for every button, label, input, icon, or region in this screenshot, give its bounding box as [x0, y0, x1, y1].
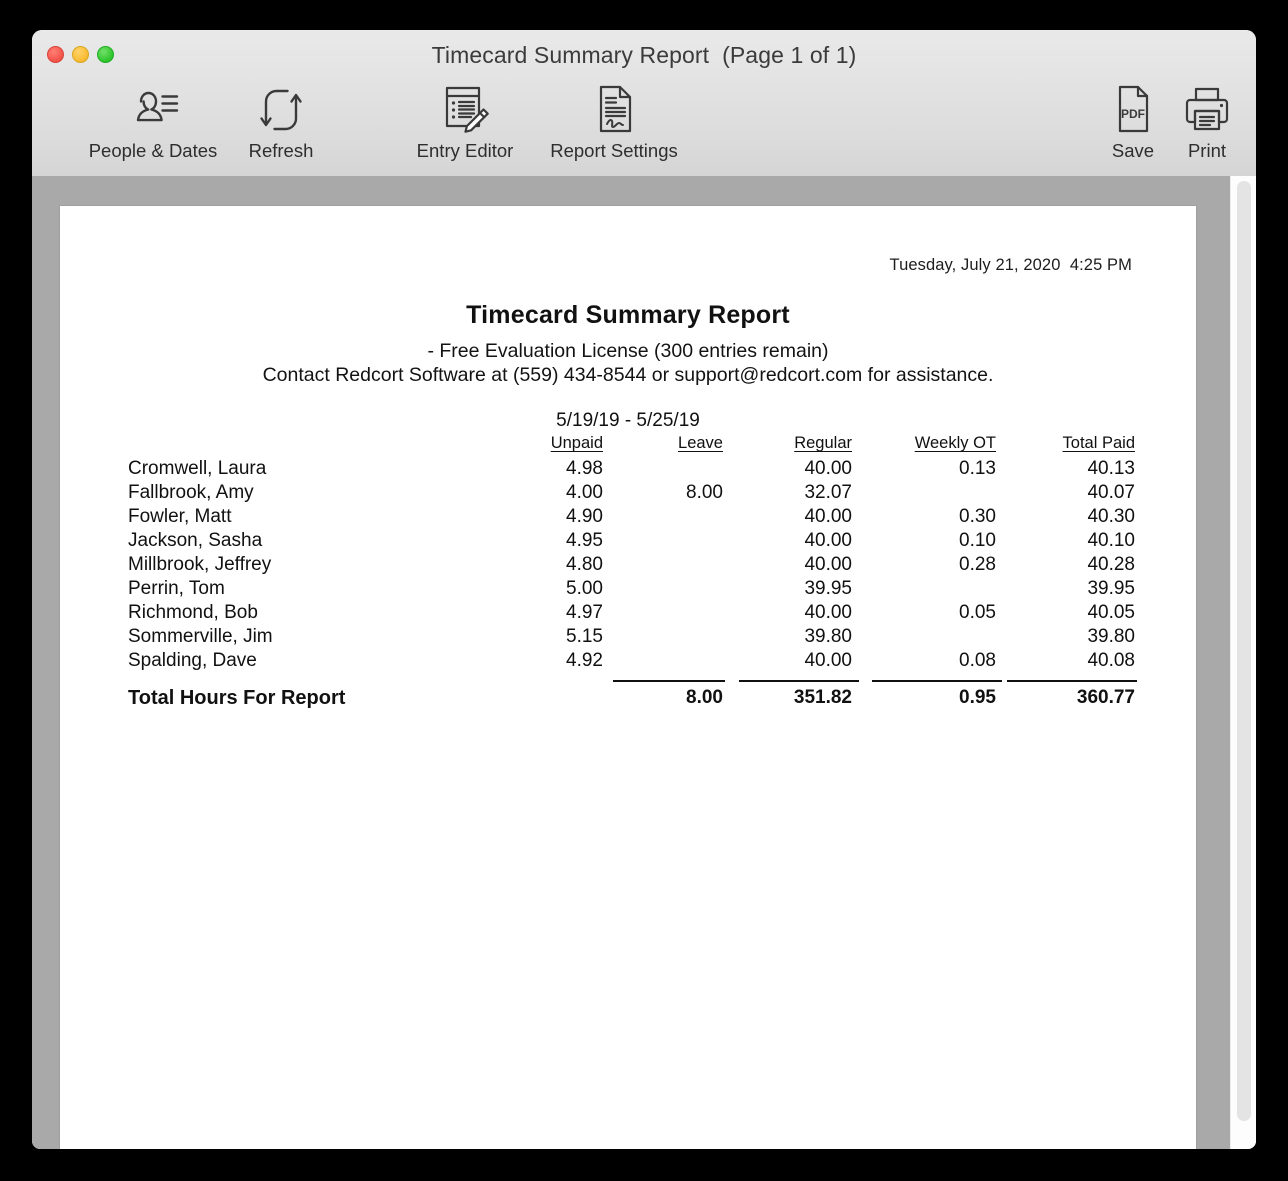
table-row: Jackson, Sasha 4.95 40.00 0.10 40.10: [60, 530, 1196, 554]
cell-unpaid: 4.92: [566, 650, 603, 671]
report-license-line: - Free Evaluation License (300 entries r…: [427, 340, 829, 362]
document-signature-icon: [539, 82, 689, 138]
table-row: Millbrook, Jeffrey 4.80 40.00 0.28 40.28: [60, 554, 1196, 578]
cell-name: Jackson, Sasha: [128, 530, 263, 551]
cell-name: Richmond, Bob: [128, 602, 258, 623]
printer-icon: [1132, 82, 1256, 138]
report-date-range: 5/19/19 - 5/25/19: [556, 410, 700, 431]
refresh-loop-icon: [206, 82, 356, 138]
subtotal-rules: [60, 674, 1196, 687]
cell-unpaid: 5.00: [566, 578, 603, 599]
cell-weekly-ot: 0.08: [959, 650, 996, 671]
cell-leave: 8.00: [686, 482, 723, 503]
report-page: Tuesday, July 21, 2020 4:25 PM Timecard …: [60, 206, 1196, 1149]
document-pencil-icon: [390, 82, 540, 138]
cell-name: Cromwell, Laura: [128, 458, 267, 479]
subtotal-rule-weekly-ot: [872, 680, 1002, 682]
column-header-unpaid: Unpaid: [550, 434, 603, 452]
timecard-summary-report: Tuesday, July 21, 2020 4:25 PM Timecard …: [60, 206, 1196, 1149]
total-weekly-ot: 0.95: [959, 687, 996, 708]
toolbar-label-refresh: Refresh: [248, 140, 314, 161]
cell-total-paid: 40.05: [1087, 602, 1135, 623]
column-header-leave: Leave: [678, 434, 723, 452]
vertical-scrollbar[interactable]: [1230, 176, 1256, 1149]
cell-unpaid: 4.98: [566, 458, 603, 479]
cell-name: Perrin, Tom: [128, 578, 225, 599]
cell-name: Sommerville, Jim: [128, 626, 273, 647]
column-header-total-paid: Total Paid: [1062, 434, 1135, 452]
report-contact-line: Contact Redcort Software at (559) 434-85…: [262, 364, 994, 386]
subtotal-rule-total-paid: [1007, 680, 1137, 682]
table-row: Fowler, Matt 4.90 40.00 0.30 40.30: [60, 506, 1196, 530]
table-row: Fallbrook, Amy 4.00 8.00 32.07 40.07: [60, 482, 1196, 506]
cell-total-paid: 40.08: [1087, 650, 1135, 671]
cell-unpaid: 4.80: [566, 554, 603, 575]
cell-weekly-ot: 0.28: [959, 554, 996, 575]
cell-name: Fowler, Matt: [128, 506, 232, 527]
toolbar-label-entry-editor: Entry Editor: [416, 140, 514, 161]
window-chrome: Timecard Summary Report (Page 1 of 1) Pe…: [32, 30, 1256, 177]
toolbar-label-report-settings: Report Settings: [550, 140, 678, 161]
subtotal-rule-leave: [613, 680, 725, 682]
toolbar-button-refresh[interactable]: Refresh: [206, 82, 356, 162]
cell-unpaid: 4.97: [566, 602, 603, 623]
cell-total-paid: 40.30: [1087, 506, 1135, 527]
cell-regular: 40.00: [804, 530, 852, 551]
cell-total-paid: 40.28: [1087, 554, 1135, 575]
report-generated-timestamp: Tuesday, July 21, 2020 4:25 PM: [889, 256, 1132, 274]
total-label: Total Hours For Report: [128, 687, 346, 709]
cell-total-paid: 40.07: [1087, 482, 1135, 503]
cell-name: Millbrook, Jeffrey: [128, 554, 272, 575]
total-leave: 8.00: [686, 687, 723, 708]
cell-regular: 40.00: [804, 650, 852, 671]
cell-regular: 39.95: [804, 578, 852, 599]
cell-name: Spalding, Dave: [128, 650, 257, 671]
column-header-regular: Regular: [794, 434, 852, 452]
timecard-table: Unpaid Leave Regular Weekly OT Total Pai…: [60, 434, 1196, 717]
table-row: Cromwell, Laura 4.98 40.00 0.13 40.13: [60, 458, 1196, 482]
table-total-row: Total Hours For Report 8.00 351.82 0.95 …: [60, 687, 1196, 717]
cell-total-paid: 39.80: [1087, 626, 1135, 647]
window-title: Timecard Summary Report (Page 1 of 1): [431, 42, 857, 68]
subtotal-rule-regular: [739, 680, 859, 682]
cell-unpaid: 5.15: [566, 626, 603, 647]
toolbar-button-print[interactable]: Print: [1132, 82, 1256, 162]
cell-weekly-ot: 0.10: [959, 530, 996, 551]
total-total-paid: 360.77: [1076, 687, 1135, 708]
report-title: Timecard Summary Report: [466, 301, 790, 329]
toolbar-label-print: Print: [1187, 140, 1227, 161]
scrollbar-thumb[interactable]: [1237, 181, 1251, 1121]
toolbar-button-entry-editor[interactable]: Entry Editor: [390, 82, 540, 162]
app-window: Timecard Summary Report (Page 1 of 1) Pe…: [32, 30, 1256, 1149]
cell-regular: 32.07: [804, 482, 852, 503]
table-row: Perrin, Tom 5.00 39.95 39.95: [60, 578, 1196, 602]
cell-total-paid: 39.95: [1087, 578, 1135, 599]
cell-total-paid: 40.10: [1087, 530, 1135, 551]
table-header-row: Unpaid Leave Regular Weekly OT Total Pai…: [60, 434, 1196, 458]
cell-regular: 40.00: [804, 506, 852, 527]
table-row: Richmond, Bob 4.97 40.00 0.05 40.05: [60, 602, 1196, 626]
cell-unpaid: 4.95: [566, 530, 603, 551]
cell-total-paid: 40.13: [1087, 458, 1135, 479]
toolbar: People & Dates Refresh Entry Editor Repo…: [32, 82, 1256, 176]
cell-weekly-ot: 0.30: [959, 506, 996, 527]
column-header-weekly-ot: Weekly OT: [914, 434, 996, 452]
cell-unpaid: 4.90: [566, 506, 603, 527]
table-row: Spalding, Dave 4.92 40.00 0.08 40.08: [60, 650, 1196, 674]
total-regular: 351.82: [793, 687, 852, 708]
cell-weekly-ot: 0.05: [959, 602, 996, 623]
toolbar-button-report-settings[interactable]: Report Settings: [539, 82, 689, 162]
cell-regular: 40.00: [804, 458, 852, 479]
document-scroll-area[interactable]: Tuesday, July 21, 2020 4:25 PM Timecard …: [32, 176, 1256, 1149]
table-row: Sommerville, Jim 5.15 39.80 39.80: [60, 626, 1196, 650]
cell-regular: 40.00: [804, 554, 852, 575]
cell-weekly-ot: 0.13: [959, 458, 996, 479]
cell-name: Fallbrook, Amy: [128, 482, 254, 503]
cell-regular: 39.80: [804, 626, 852, 647]
cell-unpaid: 4.00: [566, 482, 603, 503]
cell-regular: 40.00: [804, 602, 852, 623]
